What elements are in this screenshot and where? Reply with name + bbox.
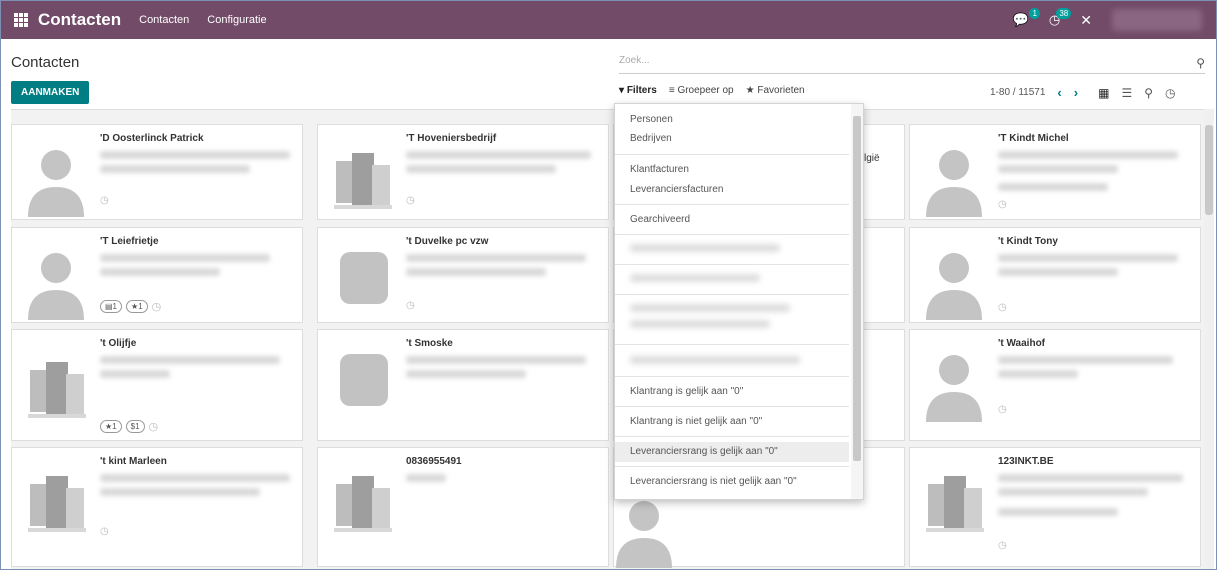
activities-count: 38 — [1056, 8, 1072, 19]
contact-card[interactable]: 't Smoske — [317, 329, 609, 441]
activity-clock-icon[interactable]: ◷ — [100, 195, 109, 206]
activity-clock-icon[interactable]: ◷ — [998, 540, 1007, 551]
contact-name: 't Duvelke pc vzw — [406, 236, 489, 247]
pager-next-icon[interactable]: › — [1074, 85, 1078, 100]
activities-icon[interactable]: ◷ 38 — [1049, 8, 1072, 28]
contact-card[interactable]: 't Kindt Tony ◷ — [909, 227, 1201, 323]
partial-address-text: lgië — [864, 153, 880, 164]
person-avatar-icon — [926, 253, 982, 320]
tag-sales[interactable]: $1 — [125, 420, 145, 433]
page-title: Contacten — [11, 54, 80, 71]
filters-toggle[interactable]: ▾ Filters — [619, 85, 657, 96]
pager-value[interactable]: 1-80 / 11571 — [990, 87, 1045, 98]
list-view-icon[interactable]: ☰ — [1121, 86, 1132, 100]
company-building-icon — [334, 476, 392, 532]
page-scrollbar[interactable] — [1204, 109, 1214, 569]
activity-view-icon[interactable]: ◷ — [1165, 86, 1175, 100]
contact-name: 'D Oosterlinck Patrick — [100, 133, 204, 144]
person-avatar-icon — [28, 253, 84, 320]
search-input[interactable]: Zoek... ⚲ — [619, 55, 1205, 74]
contact-card[interactable]: 't Duvelke pc vzw ◷ — [317, 227, 609, 323]
activity-clock-icon[interactable]: ◷ — [406, 300, 415, 311]
contact-card[interactable]: 't Olijfje ★1 $1 ◷ — [11, 329, 303, 441]
contact-name: 't Waaihof — [998, 338, 1046, 349]
company-building-icon — [28, 362, 86, 418]
activity-clock-icon[interactable]: ◷ — [998, 199, 1007, 210]
contact-name: 't Kindt Tony — [998, 236, 1058, 247]
company-building-icon — [926, 476, 984, 532]
dropdown-scrollbar[interactable] — [851, 104, 863, 499]
contact-name: 0836955491 — [406, 456, 462, 467]
tag-invoices[interactable]: ▤1 — [100, 300, 123, 313]
kanban-view: 'D Oosterlinck Patrick ◷ 'T Leiefrietje … — [11, 109, 1211, 569]
messages-count: 1 — [1029, 8, 1040, 19]
groupby-toggle[interactable]: ≡ Groepeer op — [669, 85, 734, 96]
contact-card[interactable]: 'T Hoveniersbedrijf ◷ — [317, 124, 609, 220]
contact-card[interactable]: 'T Kindt Michel ◷ — [909, 124, 1201, 220]
contact-card[interactable]: 't kint Marleen ◷ — [11, 447, 303, 567]
tag-rank[interactable]: ★1 — [126, 300, 148, 313]
contact-card[interactable]: 0836955491 — [317, 447, 609, 567]
filter-personen[interactable]: Personen — [630, 114, 673, 125]
person-avatar-icon — [616, 501, 672, 568]
contact-name: 'T Leiefrietje — [100, 236, 159, 247]
favorites-toggle[interactable]: ★ Favorieten — [746, 85, 805, 96]
contact-card[interactable]: 'T Leiefrietje ▤1 ★1 ◷ — [11, 227, 303, 323]
page-scrollbar-thumb[interactable] — [1205, 125, 1213, 215]
app-brand[interactable]: Contacten — [38, 10, 121, 30]
filter-bedrijven[interactable]: Bedrijven — [630, 133, 672, 144]
contact-card[interactable]: 123INKT.BE ◷ — [909, 447, 1201, 567]
contact-name: 't kint Marleen — [100, 456, 167, 467]
contact-name: 123INKT.BE — [998, 456, 1054, 467]
contact-card[interactable]: 'D Oosterlinck Patrick ◷ — [11, 124, 303, 220]
debug-close-icon[interactable]: ✕ — [1080, 12, 1092, 29]
kanban-view-icon[interactable]: ▦ — [1098, 86, 1109, 100]
activity-clock-icon[interactable]: ◷ — [998, 302, 1007, 313]
filter-leveranciersrang-niet-gelijk[interactable]: Leveranciersrang is niet gelijk aan "0" — [630, 476, 797, 487]
messages-icon[interactable]: 💬 1 — [1013, 8, 1040, 28]
pager-previous-icon[interactable]: ‹ — [1057, 85, 1061, 100]
filter-klantfacturen[interactable]: Klantfacturen — [630, 164, 689, 175]
activity-clock-icon[interactable]: ◷ — [100, 526, 109, 537]
filter-leveranciersrang-gelijk[interactable]: Leveranciersrang is gelijk aan "0" — [630, 446, 778, 457]
person-avatar-icon — [926, 355, 982, 422]
activity-clock-icon[interactable]: ◷ — [998, 404, 1007, 415]
company-logo-icon — [340, 354, 388, 406]
contact-name: 't Olijfje — [100, 338, 137, 349]
person-avatar-icon — [28, 150, 84, 217]
user-menu[interactable] — [1112, 9, 1202, 31]
person-avatar-icon — [926, 150, 982, 217]
top-navbar: Contacten Contacten Configuratie 💬 1 ◷ 38 … — [1, 1, 1216, 39]
app-window: Contacten Contacten Configuratie 💬 1 ◷ 38 … — [0, 0, 1217, 570]
activity-clock-icon[interactable]: ◷ — [406, 195, 415, 206]
company-building-icon — [28, 476, 86, 532]
contact-card[interactable]: 't Waaihof ◷ — [909, 329, 1201, 441]
filter-gearchiveerd[interactable]: Gearchiveerd — [630, 214, 690, 225]
menu-contacten[interactable]: Contacten — [139, 14, 189, 26]
create-button[interactable]: AANMAKEN — [11, 81, 90, 104]
filter-klantrang-gelijk[interactable]: Klantrang is gelijk aan "0" — [630, 386, 743, 397]
activity-clock-icon[interactable]: ◷ — [149, 420, 159, 433]
company-building-icon — [334, 153, 392, 209]
company-logo-icon — [340, 252, 388, 304]
menu-configuratie[interactable]: Configuratie — [207, 14, 266, 26]
contact-name: 'T Kindt Michel — [998, 133, 1069, 144]
filter-leveranciersfacturen[interactable]: Leveranciersfacturen — [630, 184, 723, 195]
contact-name: 'T Hoveniersbedrijf — [406, 133, 497, 144]
dropdown-scrollbar-thumb[interactable] — [853, 116, 861, 461]
activity-clock-icon[interactable]: ◷ — [152, 300, 162, 313]
map-view-icon[interactable]: ⚲ — [1144, 86, 1153, 100]
filter-klantrang-niet-gelijk[interactable]: Klantrang is niet gelijk aan "0" — [630, 416, 762, 427]
filters-dropdown: Personen Bedrijven Klantfacturen Leveran… — [614, 103, 864, 500]
apps-grid-icon[interactable] — [14, 13, 28, 27]
tag-rank[interactable]: ★1 — [100, 420, 122, 433]
contact-name: 't Smoske — [406, 338, 453, 349]
search-icon[interactable]: ⚲ — [1196, 56, 1205, 70]
